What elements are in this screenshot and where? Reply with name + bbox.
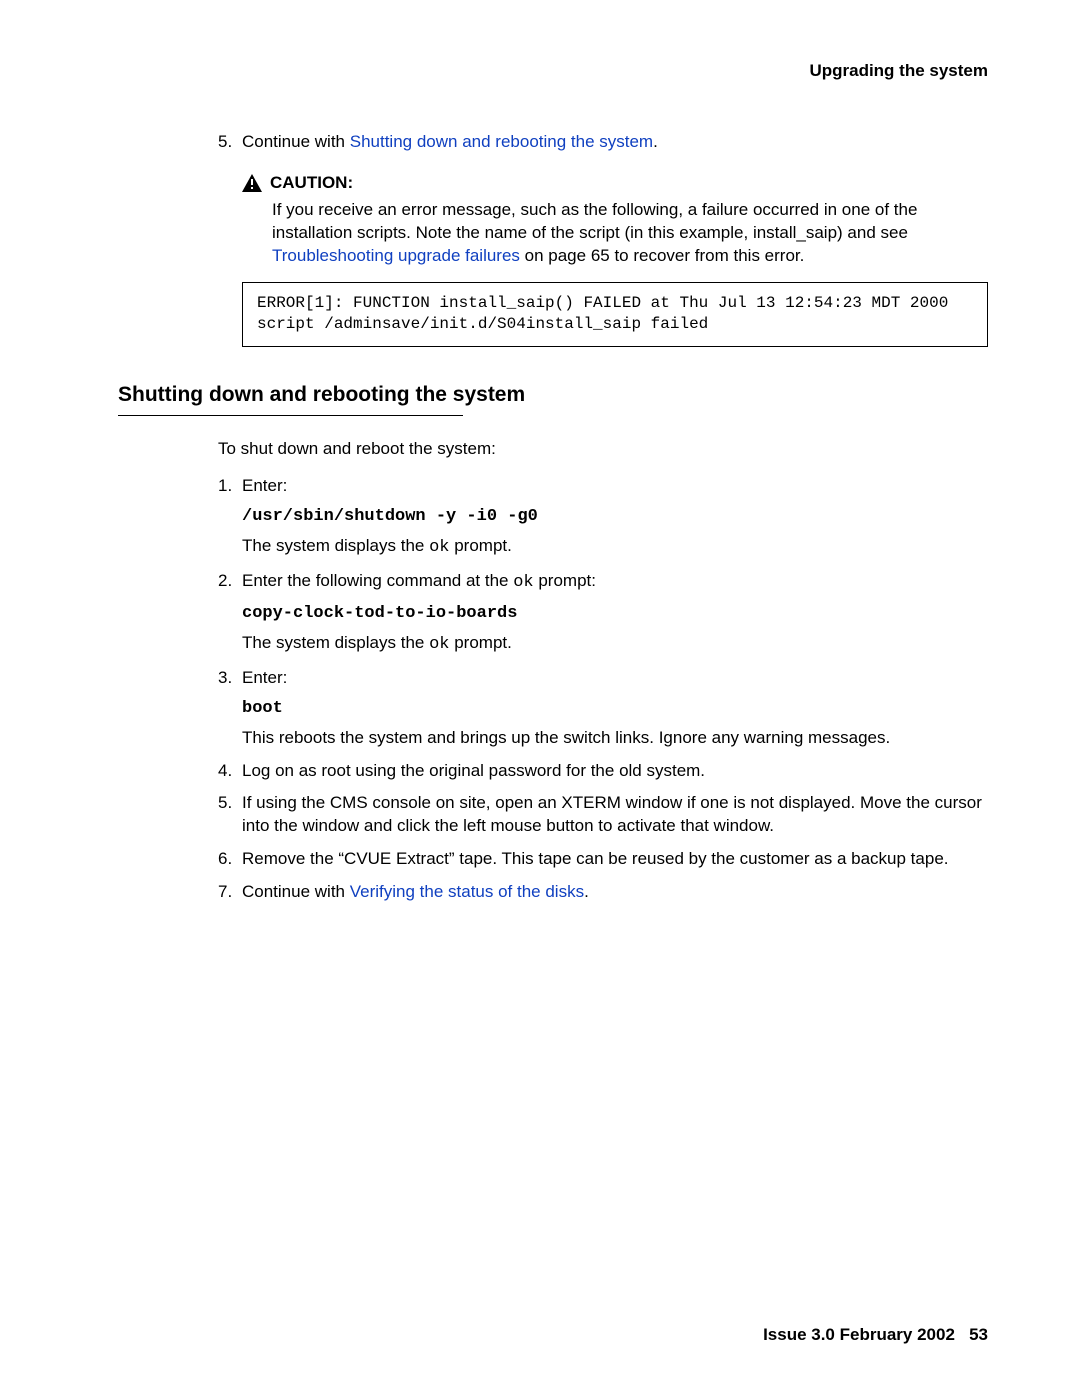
- caution-label: CAUTION:: [270, 172, 353, 195]
- document-page: Upgrading the system 5. Continue with Sh…: [0, 0, 1080, 1397]
- text-fragment: Enter the following command at the: [242, 571, 513, 590]
- list-text: Remove the “CVUE Extract” tape. This tap…: [242, 848, 988, 871]
- list-number: 3.: [218, 667, 242, 690]
- text-fragment: .: [584, 882, 589, 901]
- inline-code: ok: [429, 635, 449, 654]
- caution-body: If you receive an error message, such as…: [272, 199, 988, 268]
- text-fragment: on page 65 to recover from this error.: [520, 246, 804, 265]
- text-fragment: If you receive an error message, such as…: [272, 200, 917, 242]
- list-text: Enter:: [242, 475, 988, 498]
- list-text: Continue with Shutting down and rebootin…: [242, 131, 988, 154]
- list-number: 1.: [218, 475, 242, 498]
- section-heading: Shutting down and rebooting the system: [118, 381, 988, 409]
- list-text: Enter the following command at the ok pr…: [242, 570, 988, 595]
- command-text: /usr/sbin/shutdown -y -i0 -g0: [242, 507, 538, 526]
- list-number: 2.: [218, 570, 242, 595]
- list-text: Enter:: [242, 667, 988, 690]
- command-text: copy-clock-tod-to-io-boards: [242, 604, 517, 623]
- text-fragment: Continue with: [242, 132, 350, 151]
- list-text: Continue with Verifying the status of th…: [242, 881, 988, 904]
- inline-code: ok: [429, 538, 449, 557]
- step-note: The system displays the ok prompt.: [242, 535, 988, 560]
- warning-icon: [242, 174, 262, 192]
- step-note: This reboots the system and brings up th…: [242, 727, 988, 750]
- link-troubleshooting[interactable]: Troubleshooting upgrade failures: [272, 246, 520, 265]
- link-shutting-down[interactable]: Shutting down and rebooting the system: [350, 132, 653, 151]
- page-footer: Issue 3.0 February 2002 53: [763, 1324, 988, 1347]
- section-rule: [118, 415, 463, 416]
- caution-block: CAUTION: If you receive an error message…: [242, 172, 988, 268]
- error-output-box: ERROR[1]: FUNCTION install_saip() FAILED…: [242, 282, 988, 347]
- list-number: 5.: [218, 792, 242, 838]
- link-verifying-disks[interactable]: Verifying the status of the disks: [350, 882, 584, 901]
- list-number: 7.: [218, 881, 242, 904]
- inline-code: ok: [513, 573, 533, 592]
- text-fragment: prompt.: [449, 633, 511, 652]
- list-number: 4.: [218, 760, 242, 783]
- section-intro: To shut down and reboot the system:: [118, 438, 988, 461]
- text-fragment: The system displays the: [242, 633, 429, 652]
- text-fragment: The system displays the: [242, 536, 429, 555]
- footer-page-number: 53: [969, 1325, 988, 1344]
- running-header: Upgrading the system: [118, 60, 988, 83]
- text-fragment: Continue with: [242, 882, 350, 901]
- text-fragment: .: [653, 132, 658, 151]
- top-list-block: 5. Continue with Shutting down and reboo…: [118, 131, 988, 347]
- list-text: If using the CMS console on site, open a…: [242, 792, 988, 838]
- footer-issue: Issue 3.0 February 2002: [763, 1325, 955, 1344]
- text-fragment: prompt:: [534, 571, 596, 590]
- list-text: Log on as root using the original passwo…: [242, 760, 988, 783]
- steps-block: 1. Enter: /usr/sbin/shutdown -y -i0 -g0 …: [118, 475, 988, 904]
- text-fragment: prompt.: [449, 536, 511, 555]
- step-note: The system displays the ok prompt.: [242, 632, 988, 657]
- command-text: boot: [242, 699, 283, 718]
- list-number: 5.: [218, 131, 242, 154]
- list-number: 6.: [218, 848, 242, 871]
